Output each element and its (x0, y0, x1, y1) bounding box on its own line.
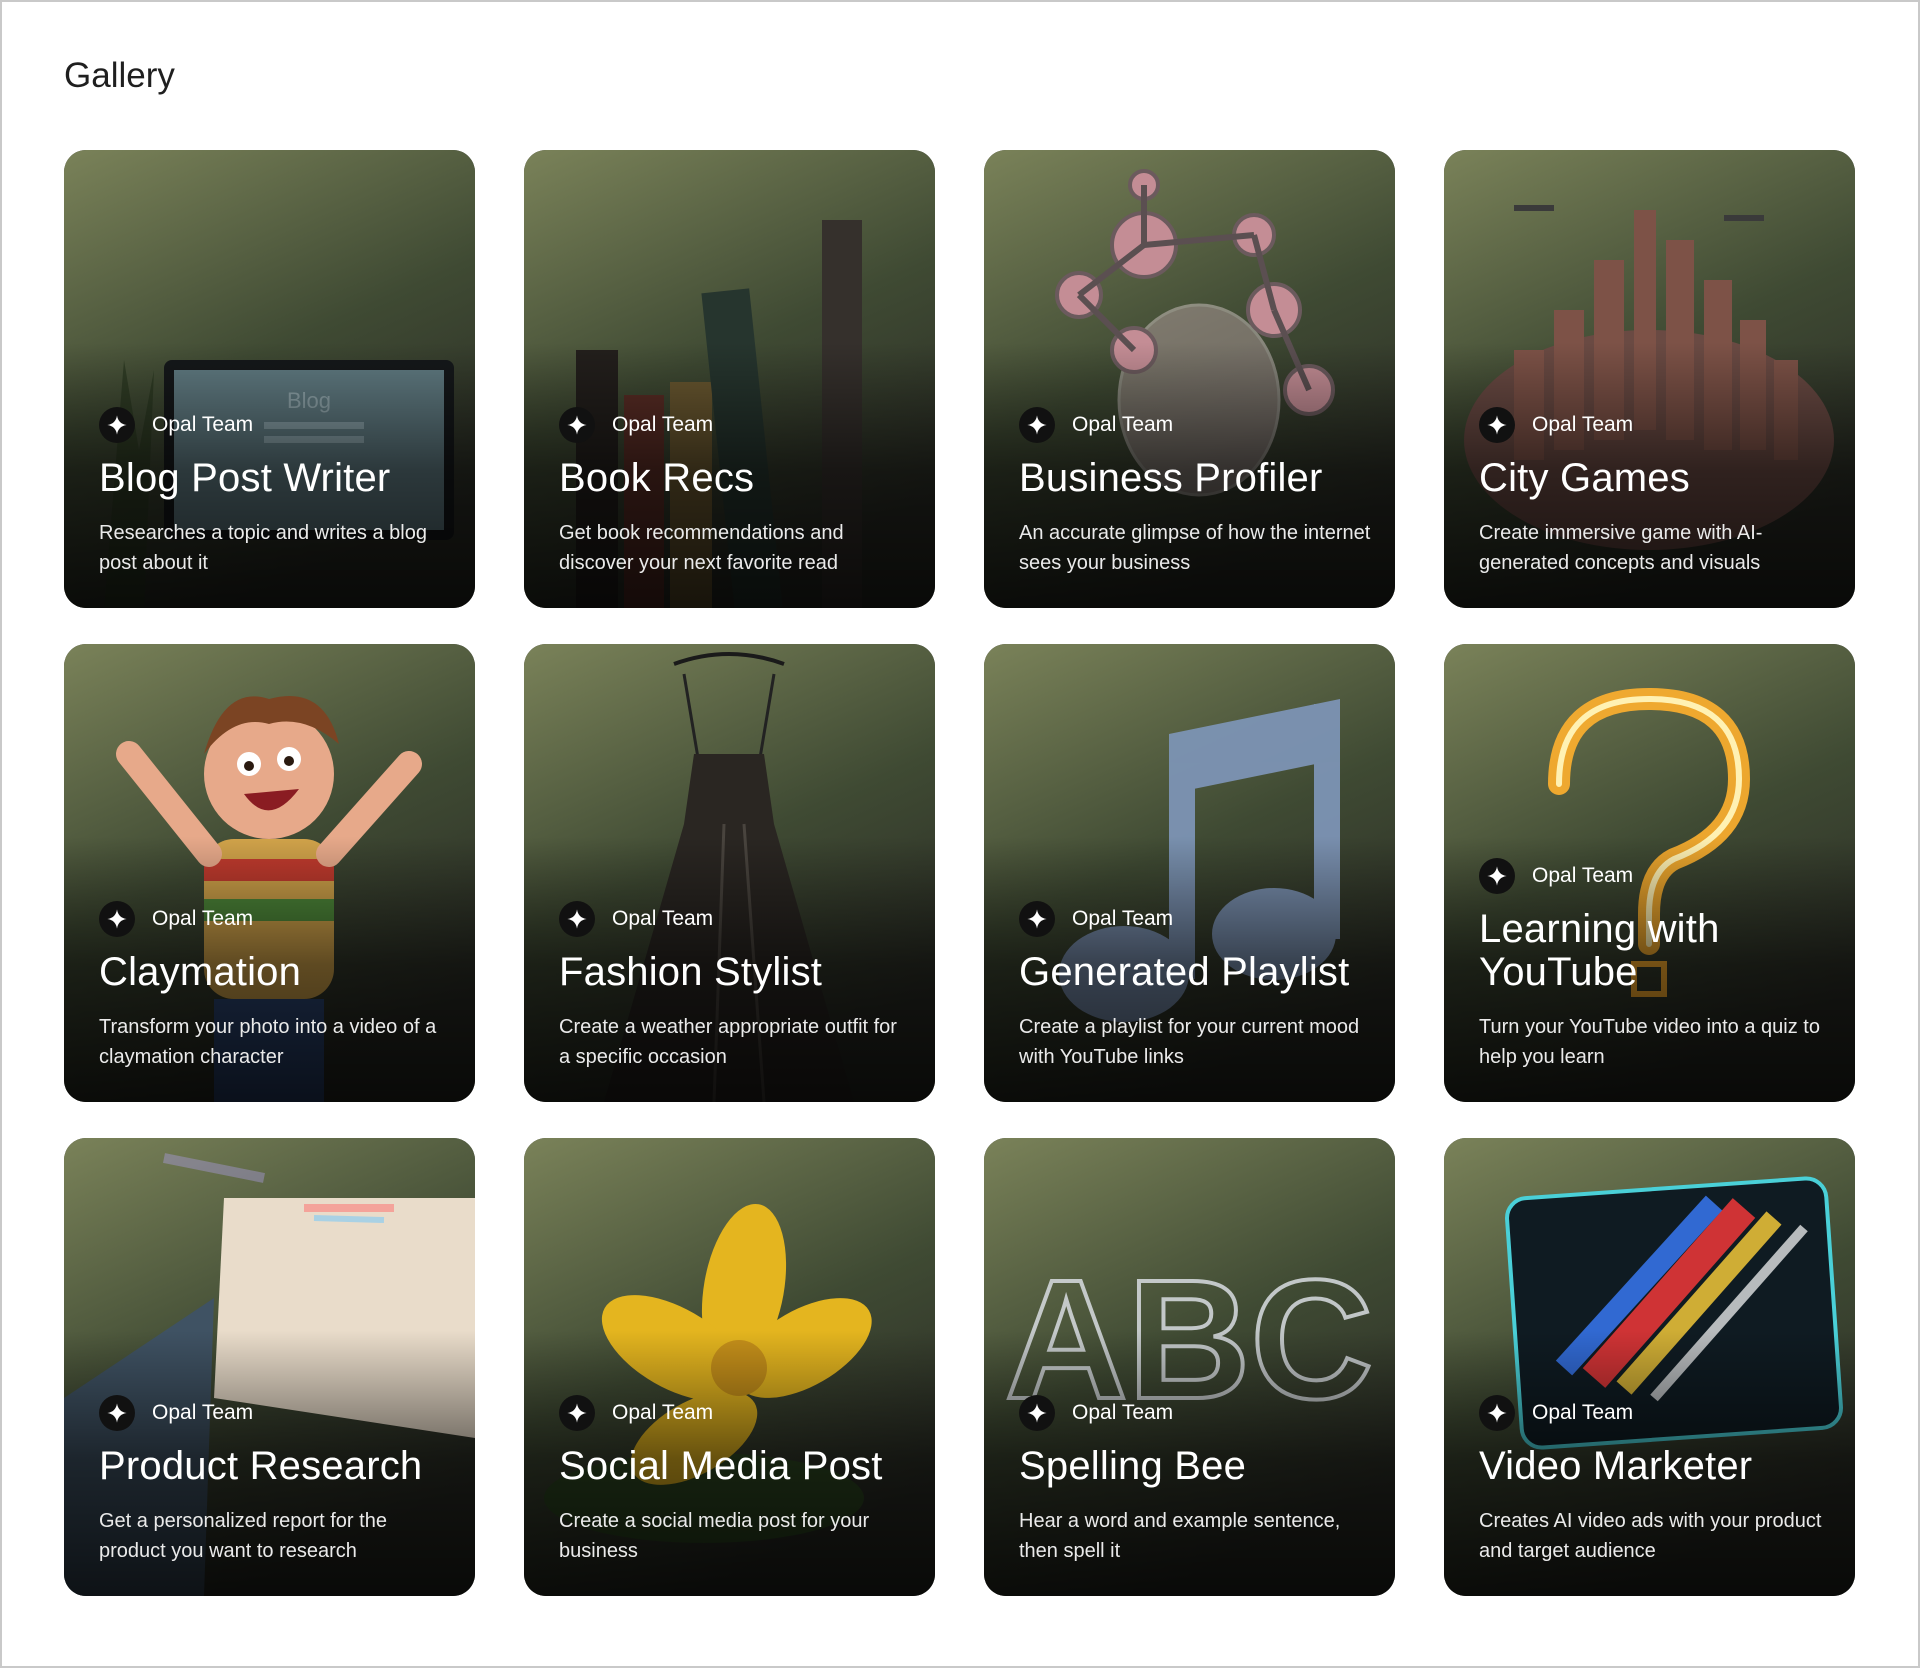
sparkle-icon (1019, 900, 1055, 937)
card-author: Opal Team (152, 412, 254, 436)
card-author: Opal Team (1532, 1400, 1634, 1424)
card-description: Turn your YouTube video into a quiz to h… (1479, 1016, 1820, 1068)
card-author: Opal Team (1532, 863, 1634, 887)
gallery-card[interactable]: Opal Team Learning with YouTube Turn your … (1444, 644, 1855, 1102)
gallery-card[interactable]: Opal Team Video Marketer Creates AI video … (1444, 1138, 1855, 1596)
gallery-grid: BlogOpal TeamBlog Post WriterResearches … (64, 150, 1855, 1596)
card-title: Book Recs (559, 455, 755, 500)
page-title: Gallery (64, 56, 175, 95)
card-description: Create a weather appropriate outfit for … (559, 1016, 897, 1068)
card-author: Opal Team (152, 1400, 254, 1424)
gallery-card[interactable]: BlogOpal TeamBlog Post WriterResearches … (64, 150, 475, 608)
card-title: Fashion Stylist (559, 949, 823, 994)
card-description: Transform your photo into a video of a c… (99, 1016, 437, 1068)
card-description: Researches a topic and writes a blog pos… (99, 522, 427, 574)
card-author: Opal Team (1072, 906, 1174, 930)
gallery-card[interactable]: Opal Team Book Recs Get book recommendatio… (524, 150, 935, 608)
sparkle-icon (559, 1394, 595, 1431)
card-title: Learning with YouTube (1479, 906, 1720, 994)
gallery-card[interactable]: Opal Team Business Profiler An accurate gl… (984, 150, 1395, 608)
gallery-card[interactable]: ABCOpal TeamSpelling BeeHear a word and … (984, 1138, 1395, 1596)
gallery-card[interactable]: Opal Team Generated Playlist Create a play… (984, 644, 1395, 1102)
gallery-card[interactable]: Opal Team Fashion Stylist Create a weather… (524, 644, 935, 1102)
card-description: An accurate glimpse of how the internet … (1019, 522, 1371, 574)
card-title: Spelling Bee (1019, 1443, 1247, 1488)
card-title: Social Media Post (559, 1443, 883, 1488)
gallery-card[interactable]: Opal Team Social Media Post Create a socia… (524, 1138, 935, 1596)
sparkle-icon (1479, 857, 1515, 894)
sparkle-icon (99, 900, 135, 937)
sparkle-icon (559, 406, 595, 443)
card-author: Opal Team (152, 906, 254, 930)
card-title: Video Marketer (1479, 1443, 1753, 1488)
card-author: Opal Team (1072, 1400, 1174, 1424)
card-author: Opal Team (612, 1400, 714, 1424)
card-description: Get book recommendations and discover yo… (559, 522, 844, 574)
card-title: Claymation (99, 949, 302, 994)
card-author: Opal Team (612, 906, 714, 930)
gallery-card[interactable]: Opal Team City Games Create immersive game… (1444, 150, 1855, 608)
card-description: Create immersive game with AI-generated … (1479, 522, 1763, 574)
card-description: Create a social media post for your busi… (559, 1510, 870, 1562)
sparkle-icon (1479, 1394, 1515, 1431)
card-description: Creates AI video ads with your product a… (1479, 1510, 1822, 1562)
card-title: Business Profiler (1019, 455, 1323, 500)
card-description: Create a playlist for your current mood … (1019, 1016, 1360, 1068)
card-title: Product Research (99, 1443, 423, 1488)
card-description: Hear a word and example sentence, then s… (1019, 1510, 1341, 1562)
sparkle-icon (559, 900, 595, 937)
gallery-card[interactable]: Opal Team Product Research Get a personali… (64, 1138, 475, 1596)
card-title: City Games (1479, 455, 1690, 500)
sparkle-icon (1019, 406, 1055, 443)
card-author: Opal Team (1072, 412, 1174, 436)
card-description: Get a personalized report for the produc… (99, 1510, 387, 1562)
sparkle-icon (99, 406, 135, 443)
gallery-card[interactable]: Opal Team Claymation Transform your photo … (64, 644, 475, 1102)
card-author: Opal Team (1532, 412, 1634, 436)
card-title: Blog Post Writer (99, 455, 391, 500)
card-title: Generated Playlist (1019, 949, 1350, 994)
sparkle-icon (1019, 1394, 1055, 1431)
sparkle-icon (1479, 406, 1515, 443)
sparkle-icon (99, 1394, 135, 1431)
card-author: Opal Team (612, 412, 714, 436)
